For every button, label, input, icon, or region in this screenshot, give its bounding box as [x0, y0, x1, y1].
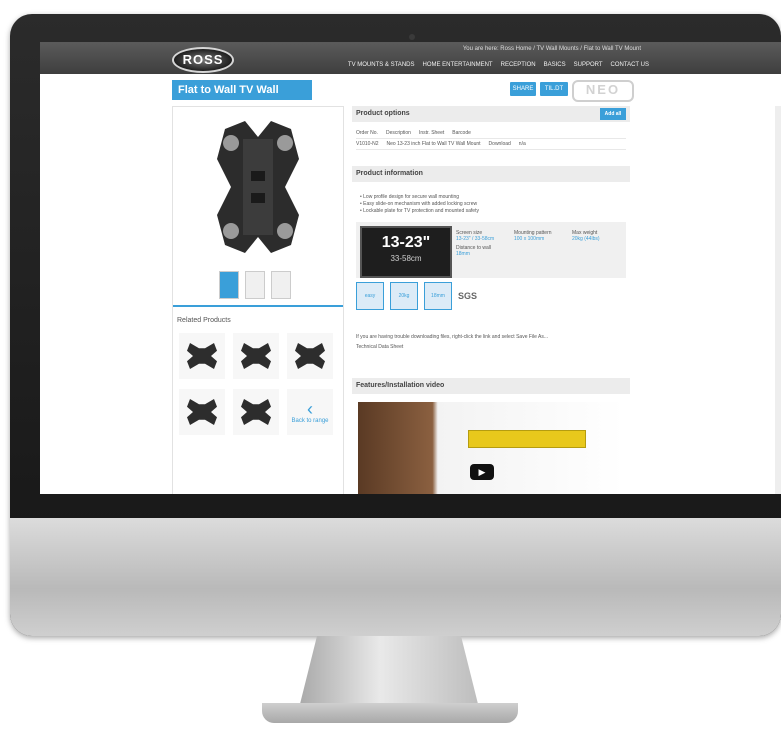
barcode-cell: n/a: [518, 141, 526, 147]
product-options-label: Product options: [356, 110, 410, 117]
column-header: Instr. Sheet: [418, 130, 445, 136]
nav-item-tv-mounts[interactable]: TV MOUNTS & STANDS: [348, 62, 415, 68]
feature-list: Low profile design for secure wall mount…: [360, 194, 479, 215]
description-cell: Neo 13-23 inch Flat to Wall TV Wall Moun…: [386, 141, 481, 147]
top-bar: ROSS You are here: Ross Home / TV Wall M…: [40, 42, 781, 74]
ross-logo[interactable]: ROSS: [172, 47, 234, 73]
camera-icon: [409, 34, 415, 40]
list-item: Low profile design for secure wall mount…: [360, 194, 479, 201]
distance-icon: 18mm: [424, 282, 452, 310]
related-product[interactable]: [287, 333, 333, 379]
spec-grid: Screen size 13-23" / 33-58cm Mounting pat…: [456, 230, 626, 257]
spec-item: Max weight 20kg (44lbs): [572, 230, 600, 242]
product-info-heading: Product information: [352, 166, 630, 182]
related-products-title: Related Products: [177, 317, 231, 324]
installation-video[interactable]: ▶: [358, 402, 624, 494]
thumbnail[interactable]: [245, 271, 265, 299]
spec-box: 13-23" 33-58cm Screen size 13-23" / 33-58…: [356, 222, 626, 278]
related-product[interactable]: [233, 389, 279, 435]
monitor-stand: [299, 636, 479, 708]
feature-icons: easy 20kg 18mm SGS: [356, 282, 477, 310]
wall-mount-image[interactable]: [215, 119, 301, 255]
neo-brand-badge: NEO: [572, 80, 634, 102]
monitor-base: [262, 703, 518, 723]
tilt-button[interactable]: TIL.DT: [540, 82, 568, 96]
nav-item-basics[interactable]: BASICS: [544, 62, 566, 68]
related-product[interactable]: [179, 333, 225, 379]
related-product[interactable]: [233, 333, 279, 379]
easy-mount-icon: easy: [356, 282, 384, 310]
weight-icon: 20kg: [390, 282, 418, 310]
add-all-button[interactable]: Add all: [600, 108, 626, 120]
table-row: V1010-N2 Neo 13-23 inch Flat to Wall TV …: [356, 139, 626, 150]
monitor-chin: [10, 518, 781, 636]
column-header: Barcode: [452, 130, 471, 136]
list-item: Lockable plate for TV protection and mou…: [360, 208, 479, 215]
screen-size-inches: 13-23": [381, 234, 431, 251]
spec-item: Distance to wall 18mm: [456, 245, 492, 257]
related-products-grid: ‹ Back to range: [179, 333, 333, 435]
nav-item-contact[interactable]: CONTACT US: [611, 62, 649, 68]
table-header-row: Order No. Description Instr. Sheet Barco…: [356, 128, 626, 139]
product-options-heading: Product options Add all: [352, 106, 630, 122]
back-to-range-button[interactable]: ‹ Back to range: [287, 389, 333, 435]
screen-size-cm: 33-58cm: [390, 254, 422, 263]
spec-item: Mounting pattern 100 x 100mm: [514, 230, 552, 242]
related-product[interactable]: [179, 389, 225, 435]
sgs-logo: SGS: [458, 291, 478, 301]
spirit-level-image: [468, 430, 586, 448]
main-nav: TV MOUNTS & STANDS HOME ENTERTAINMENT RE…: [348, 62, 649, 68]
thumbnail[interactable]: [271, 271, 291, 299]
thumbnail-strip: [219, 271, 291, 299]
technical-data-sheet-link[interactable]: Technical Data Sheet: [356, 344, 403, 350]
share-button[interactable]: SHARE: [510, 82, 536, 96]
video-heading: Features/Installation video: [352, 378, 630, 394]
column-header: Description: [385, 130, 411, 136]
nav-item-reception[interactable]: RECEPTION: [501, 62, 536, 68]
divider: [173, 305, 343, 307]
screen: ROSS You are here: Ross Home / TV Wall M…: [40, 42, 781, 494]
list-item: Easy slide-on mechanism with added locki…: [360, 201, 479, 208]
thumbnail[interactable]: [219, 271, 239, 299]
product-gallery: Related Products ‹ Back to range: [172, 106, 344, 494]
nav-item-home-entertainment[interactable]: HOME ENTERTAINMENT: [422, 62, 492, 68]
page-title: Flat to Wall TV Wall Mount: [172, 80, 312, 116]
chevron-left-icon: ‹: [307, 399, 313, 419]
order-number: V1010-N2: [356, 141, 379, 147]
play-icon[interactable]: ▶: [470, 464, 494, 480]
download-note: If you are having trouble downloading fi…: [356, 334, 549, 340]
nav-item-support[interactable]: SUPPORT: [574, 62, 603, 68]
product-details: Product options Add all Order No. Descri…: [352, 106, 630, 494]
screen-size-badge: 13-23" 33-58cm: [360, 226, 452, 278]
spec-item: Screen size 13-23" / 33-58cm: [456, 230, 495, 242]
back-to-range-label: Back to range: [291, 418, 329, 424]
column-header: Order No.: [356, 130, 378, 136]
download-link[interactable]: Download: [489, 141, 511, 147]
scrollbar[interactable]: [775, 106, 781, 494]
options-table: Order No. Description Instr. Sheet Barco…: [356, 128, 626, 150]
breadcrumb: You are here: Ross Home / TV Wall Mounts…: [462, 46, 641, 52]
